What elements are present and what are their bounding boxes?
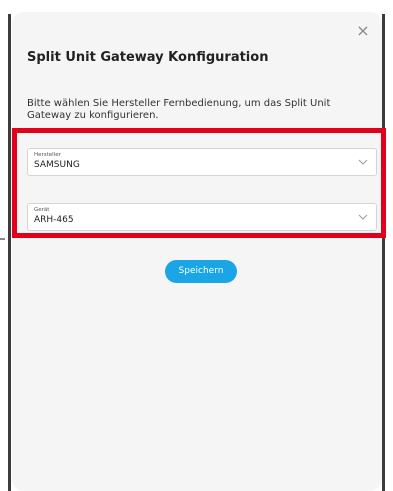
chevron-down-icon bbox=[358, 214, 368, 220]
close-button[interactable]: × bbox=[354, 22, 372, 40]
manufacturer-label: Hersteller bbox=[34, 152, 61, 158]
frame-edge-right bbox=[382, 14, 385, 491]
device-select[interactable]: Gerät ARH-465 bbox=[27, 203, 377, 231]
dialog-intro-text: Bitte wählen Sie Hersteller Fernbedienun… bbox=[27, 98, 331, 121]
dialog-title: Split Unit Gateway Konfiguration bbox=[27, 50, 269, 65]
device-value: ARH-465 bbox=[34, 215, 74, 225]
frame-tick bbox=[0, 238, 5, 240]
config-dialog: × Split Unit Gateway Konfiguration Bitte… bbox=[12, 12, 386, 491]
manufacturer-value: SAMSUNG bbox=[34, 160, 80, 170]
close-icon: × bbox=[356, 21, 370, 40]
manufacturer-select[interactable]: Hersteller SAMSUNG bbox=[27, 148, 377, 176]
save-button[interactable]: Speichern bbox=[165, 260, 237, 283]
frame-edge-left bbox=[8, 14, 11, 491]
chevron-down-icon bbox=[358, 159, 368, 165]
device-label: Gerät bbox=[34, 207, 50, 213]
